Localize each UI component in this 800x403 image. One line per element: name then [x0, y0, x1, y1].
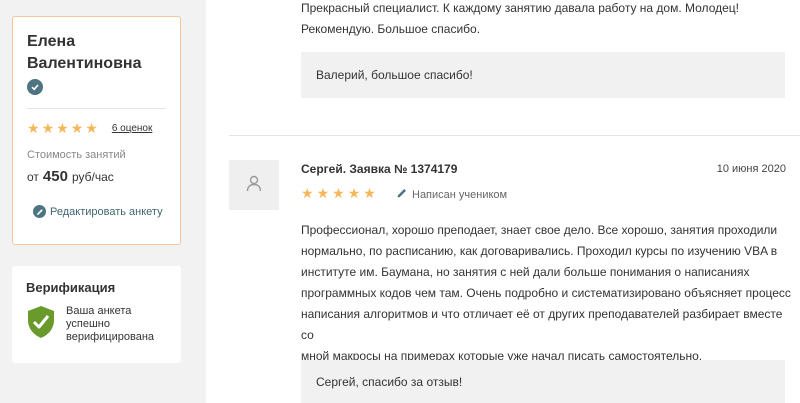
- author-type-tag: Написан учеником: [396, 187, 507, 202]
- author-type-label: Написан учеником: [412, 188, 508, 201]
- tutor-reply: Валерий, большое спасибо!: [301, 52, 785, 98]
- profile-name-first: Елена: [27, 33, 76, 50]
- verification-title: Верификация: [26, 280, 116, 295]
- review-text-line: написания алгоритмов и что отличает её о…: [301, 307, 783, 342]
- divider: [229, 135, 800, 136]
- reviews-panel: Прекрасный специалист. К каждому занятию…: [206, 0, 800, 403]
- profile-name-last: Валентиновна: [27, 55, 142, 72]
- pencil-icon: [33, 205, 46, 218]
- review-date: 10 июня 2020: [716, 163, 786, 175]
- edit-profile-link[interactable]: Редактировать анкету: [27, 205, 166, 218]
- verification-card: Верификация Ваша анкета успешно верифици…: [12, 266, 181, 363]
- star-icon: ★: [301, 185, 314, 201]
- review-text: Прекрасный специалист. К каждому занятию…: [301, 0, 739, 40]
- reply-text: Сергей, спасибо за отзыв!: [316, 374, 463, 389]
- star-icon: ★: [332, 185, 345, 201]
- edit-profile-label: Редактировать анкету: [50, 205, 163, 218]
- star-icon: ★: [316, 185, 330, 201]
- verification-body: Ваша анкета успешно верифицирована: [26, 305, 167, 344]
- reviews-count-link[interactable]: 6 оценок: [112, 123, 153, 134]
- price-value: 450: [42, 168, 68, 185]
- star-icon: ★: [70, 120, 84, 136]
- profile-card: Елена Валентиновна ★ ★ ★ ★ ★ 6 оценок Ст…: [12, 16, 181, 245]
- verification-status: Ваша анкета успешно верифицирована: [66, 305, 154, 344]
- review-text-line: Прекрасный специалист. К каждому занятию…: [301, 1, 739, 15]
- price-label: Стоимость занятий: [27, 149, 126, 161]
- verification-status-line: Ваша анкета: [66, 305, 132, 317]
- review-text-line: институте им. Баумана, но занятия с ней …: [301, 265, 750, 279]
- review-text-line: Рекомендую. Большое спасибо.: [301, 22, 481, 36]
- star-icon: ★: [56, 120, 69, 136]
- star-icon: ★: [27, 120, 40, 136]
- reply-text: Валерий, большое спасибо!: [316, 68, 473, 82]
- review-text-line: программных кодов чем там. Очень подробн…: [301, 286, 791, 300]
- verified-check-icon: [27, 79, 43, 95]
- review-stars: ★ ★ ★ ★ ★: [301, 186, 376, 200]
- user-icon: [245, 174, 263, 197]
- price-row: от 450 руб/час: [27, 168, 166, 185]
- price-unit: руб/час: [71, 170, 114, 184]
- verification-status-line: верифицирована: [66, 331, 155, 343]
- star-icon: ★: [85, 120, 98, 136]
- divider: [27, 108, 166, 109]
- price-prefix: от: [27, 170, 39, 184]
- star-icon: ★: [363, 185, 376, 201]
- rating-row: ★ ★ ★ ★ ★ 6 оценок: [27, 121, 166, 135]
- reviewer-name: Сергей. Заявка № 1374179: [301, 162, 458, 176]
- star-icon: ★: [41, 120, 55, 136]
- star-icon: ★: [347, 185, 361, 201]
- review-text-line: Профессионал, хорошо преподает, знает св…: [301, 223, 778, 237]
- avatar: [229, 160, 279, 210]
- rating-stars: ★ ★ ★ ★ ★: [27, 121, 98, 135]
- review-text: Профессионал, хорошо преподает, знает св…: [301, 220, 791, 367]
- tutor-reply: Сергей, спасибо за отзыв!: [301, 360, 785, 403]
- pencil-icon: [396, 187, 408, 202]
- verification-status-line: успешно: [66, 318, 110, 330]
- review-text-line: нормально, по расписанию, как договарива…: [301, 244, 778, 258]
- shield-check-icon: [26, 305, 56, 344]
